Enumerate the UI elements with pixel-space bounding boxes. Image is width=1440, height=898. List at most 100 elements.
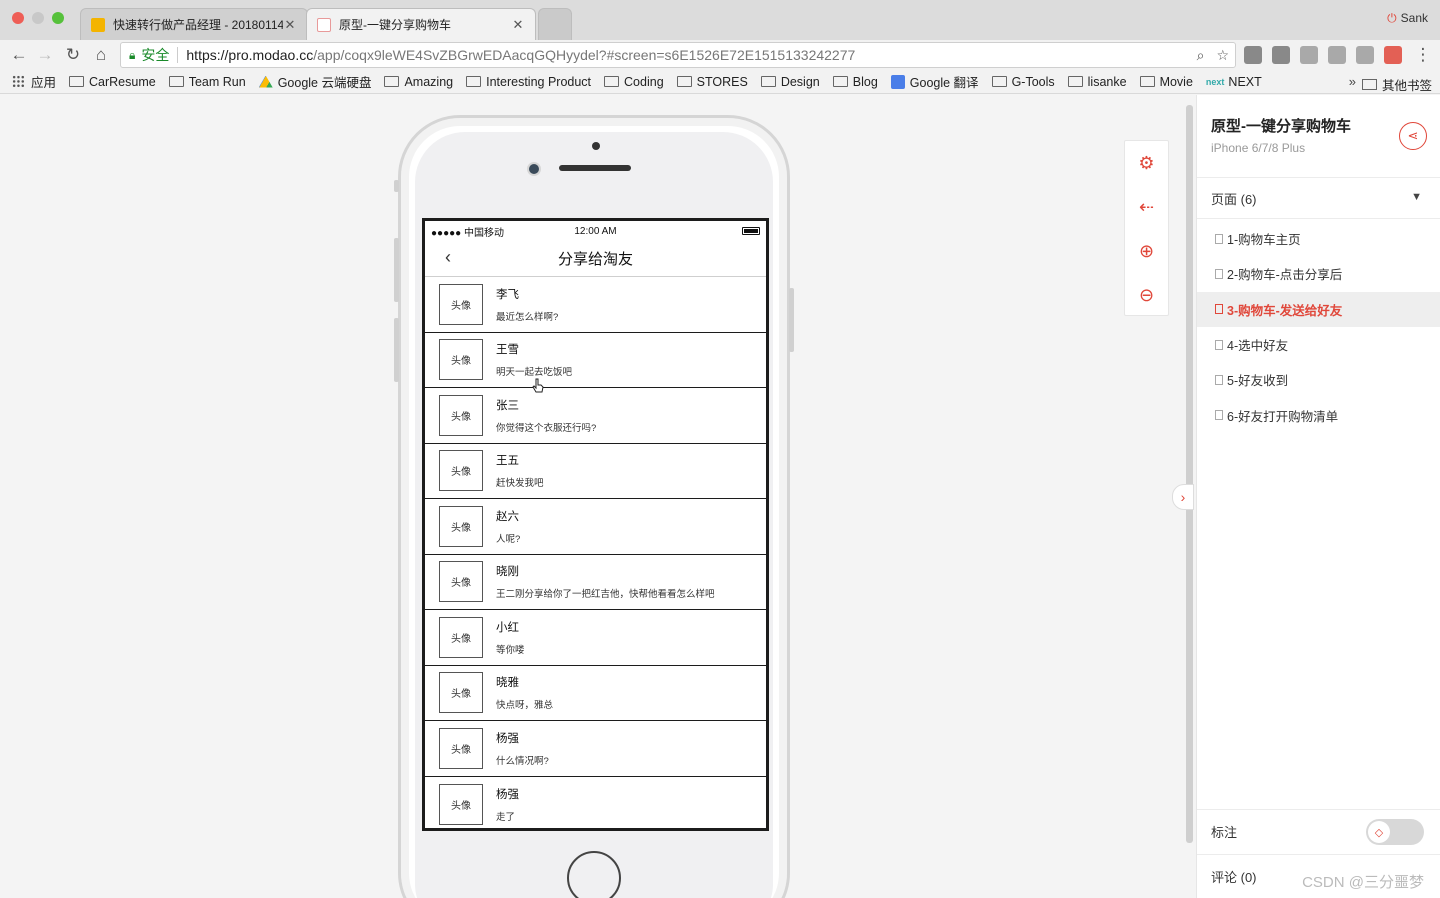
- folder-icon: [991, 76, 1007, 87]
- share-icon[interactable]: ⋖: [1399, 122, 1427, 150]
- close-tab-icon[interactable]: ✕: [511, 17, 525, 33]
- address-bar[interactable]: 🔒︎ 安全 https://pro.modao.cc/app/coqx9leWE…: [120, 42, 1236, 68]
- bookmark-star-icon[interactable]: ☆: [1216, 47, 1229, 64]
- friend-message: 明天一起去吃饭吧: [496, 367, 573, 379]
- friend-message: 最近怎么样啊?: [496, 311, 559, 323]
- friend-row[interactable]: 头像 杨强 走了: [425, 777, 766, 829]
- back-icon[interactable]: ←: [8, 44, 30, 66]
- avatar: 头像: [439, 616, 483, 658]
- bookmark-lisanke[interactable]: lisanke: [1067, 74, 1127, 89]
- bookmark-g-tools[interactable]: G-Tools: [991, 74, 1055, 89]
- bookmark-stores[interactable]: STORES: [676, 74, 748, 89]
- friend-row[interactable]: 头像 张三 你觉得这个衣服还行吗?: [425, 388, 766, 444]
- scrollbar[interactable]: [1186, 105, 1193, 843]
- page-label: 3-购物车-发送给好友: [1227, 303, 1343, 318]
- bookmark-google-drive[interactable]: Google 云端硬盘: [258, 72, 371, 91]
- zoom-out-icon[interactable]: ⊖: [1125, 273, 1168, 317]
- page-item[interactable]: 1-购物车主页: [1197, 221, 1440, 256]
- bookmark-apps[interactable]: 应用: [12, 72, 56, 91]
- menu-kebab-icon[interactable]: ⋮: [1412, 44, 1434, 66]
- bookmark-team-run[interactable]: Team Run: [168, 75, 246, 89]
- friend-row[interactable]: 头像 王五 赶快发我吧: [425, 444, 766, 499]
- close-window-button[interactable]: [12, 12, 24, 24]
- status-time: 12:00 AM: [574, 225, 617, 237]
- front-camera-icon: [527, 162, 541, 176]
- bookmark-label: Amazing: [404, 74, 454, 89]
- back-arrow-icon[interactable]: ⇠: [1125, 185, 1168, 229]
- bookmark-blog[interactable]: Blog: [832, 75, 878, 89]
- friend-row[interactable]: 头像 赵六 人呢?: [425, 499, 766, 555]
- bookmark-google-translate[interactable]: Google 翻译: [890, 72, 979, 91]
- friend-row[interactable]: 头像 李飞 最近怎么样啊?: [425, 277, 766, 333]
- prototype-canvas: ●●●●● 中国移动 12:00 AM ‹ 分享给淘友 头像 李飞 最近怎么样啊?…: [0, 95, 1440, 898]
- bookmark-interesting-product[interactable]: Interesting Product: [466, 75, 591, 89]
- screen-nav-bar: ‹ 分享给淘友: [425, 241, 766, 277]
- folder-icon: [69, 76, 85, 87]
- page-item[interactable]: 4-选中好友: [1197, 327, 1440, 362]
- avatar: 头像: [439, 561, 483, 603]
- folder-icon: [1139, 76, 1155, 87]
- comments-label[interactable]: 评论 (0): [1211, 867, 1257, 886]
- bookmark-label: G-Tools: [1011, 74, 1055, 89]
- bookmark-label: lisanke: [1087, 74, 1127, 89]
- page-item[interactable]: 5-好友收到: [1197, 362, 1440, 397]
- google-translate-icon: [890, 74, 905, 89]
- folder-icon: [604, 76, 620, 87]
- secure-label: 安全: [141, 47, 170, 63]
- reload-icon[interactable]: ↻: [62, 44, 84, 66]
- new-tab-button[interactable]: [538, 8, 572, 40]
- close-tab-icon[interactable]: ✕: [283, 17, 297, 33]
- zoom-icon[interactable]: ⌕: [1197, 47, 1205, 64]
- bookmark-amazing[interactable]: Amazing: [384, 75, 453, 89]
- zoom-in-icon[interactable]: ⊕: [1125, 229, 1168, 273]
- maximize-window-button[interactable]: [52, 12, 64, 24]
- bookmark-label: 应用: [31, 76, 57, 90]
- document-icon: [1215, 410, 1223, 421]
- document-icon: [1215, 233, 1223, 244]
- page-item[interactable]: 2-购物车-点击分享后: [1197, 256, 1440, 291]
- browser-tab-2[interactable]: 原型-一键分享购物车 ✕: [306, 8, 536, 40]
- forward-icon[interactable]: →: [34, 44, 56, 66]
- page-item[interactable]: 6-好友打开购物清单: [1197, 397, 1440, 432]
- friend-message: 什么情况啊?: [496, 755, 549, 767]
- bookmarks-overflow-button[interactable]: »: [1349, 74, 1356, 89]
- collapse-panel-chevron-icon[interactable]: ›: [1172, 484, 1194, 510]
- screen-title: 分享给淘友: [557, 251, 633, 268]
- friend-row[interactable]: 头像 杨强 什么情况啊?: [425, 721, 766, 777]
- avatar: 头像: [439, 283, 483, 325]
- friend-row[interactable]: 头像 小红 等你喽: [425, 610, 766, 666]
- bookmark-next[interactable]: next NEXT: [1206, 75, 1262, 89]
- minimize-window-button[interactable]: [32, 12, 44, 24]
- weibo-extension-icon[interactable]: [1300, 46, 1318, 64]
- friend-row[interactable]: 头像 晓雅 快点呀，雅总: [425, 666, 766, 721]
- annotation-toggle[interactable]: ◇: [1366, 819, 1424, 845]
- proximity-sensor: [592, 142, 600, 150]
- settings-gear-icon[interactable]: ⚙: [1125, 141, 1168, 185]
- profile-button[interactable]: ⏻ Sank: [1387, 11, 1428, 26]
- friend-row[interactable]: 头像 晓刚 王二刚分享给你了一把红吉他，快帮他看看怎么样吧: [425, 555, 766, 610]
- extension-icon[interactable]: [1356, 46, 1374, 64]
- friend-name: 杨强: [496, 788, 519, 801]
- bookmark-other[interactable]: 其他书签: [1361, 75, 1432, 93]
- bookmark-label: STORES: [696, 74, 748, 89]
- slides-favicon-icon: [91, 17, 105, 32]
- browser-tab-1[interactable]: 快速转行做产品经理 - 20180114 ✕: [80, 8, 308, 40]
- home-icon[interactable]: ⌂: [90, 44, 112, 66]
- bookmark-coding[interactable]: Coding: [604, 75, 664, 89]
- apps-grid-icon: [12, 75, 25, 88]
- bookmark-design[interactable]: Design: [760, 75, 820, 89]
- avatar: 头像: [439, 783, 483, 825]
- evernote-extension-icon[interactable]: [1244, 46, 1262, 64]
- pages-dropdown[interactable]: 页面 (6) ▼: [1197, 177, 1440, 219]
- record-extension-icon[interactable]: [1384, 46, 1402, 64]
- friend-message: 你觉得这个衣服还行吗?: [496, 422, 597, 434]
- bookmark-carresume[interactable]: CarResume: [69, 75, 156, 89]
- qr-extension-icon[interactable]: [1272, 46, 1290, 64]
- mute-switch: [394, 180, 399, 192]
- back-chevron-icon[interactable]: ‹: [445, 247, 451, 268]
- bookmark-label: Google 翻译: [909, 76, 979, 90]
- friend-row[interactable]: 头像 王雪 明天一起去吃饭吧: [425, 333, 766, 388]
- page-item-active[interactable]: 3-购物车-发送给好友: [1197, 291, 1440, 327]
- extension-icon[interactable]: [1328, 46, 1346, 64]
- bookmark-movie[interactable]: Movie: [1139, 75, 1193, 89]
